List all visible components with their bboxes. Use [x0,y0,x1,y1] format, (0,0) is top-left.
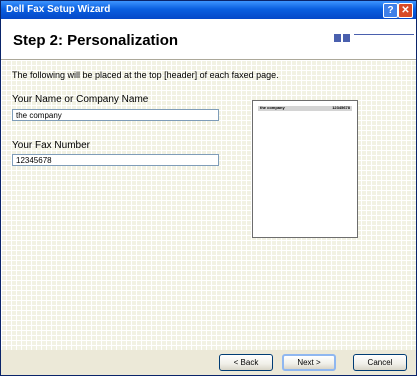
cancel-button[interactable]: Cancel [353,354,407,371]
wizard-content: The following will be placed at the top … [1,60,416,371]
fax-number-field[interactable] [12,154,219,166]
back-button[interactable]: < Back [219,354,273,371]
next-button[interactable]: Next > [282,354,336,371]
preview-fax-number: 12345678 [332,105,350,110]
title-bar[interactable]: Dell Fax Setup Wizard ? ✕ [1,1,416,19]
close-icon[interactable]: ✕ [398,3,413,18]
name-field[interactable] [12,109,219,121]
name-label: Your Name or Company Name [12,94,149,105]
window-title: Dell Fax Setup Wizard [6,4,111,15]
progress-step-marker [334,34,341,42]
progress-step-marker [343,34,350,42]
progress-track-line [354,34,414,35]
help-icon[interactable]: ? [383,3,398,18]
wizard-header: Step 2: Personalization [1,19,416,60]
fax-number-label: Your Fax Number [12,140,90,151]
step-title: Step 2: Personalization [13,32,179,49]
preview-header-bar: the company 12345678 [258,105,352,111]
preview-name: the company [260,105,285,110]
fax-page-preview: the company 12345678 [252,100,358,238]
wizard-window: Dell Fax Setup Wizard ? ✕ Step 2: Person… [0,0,417,376]
instruction-text: The following will be placed at the top … [12,70,279,80]
